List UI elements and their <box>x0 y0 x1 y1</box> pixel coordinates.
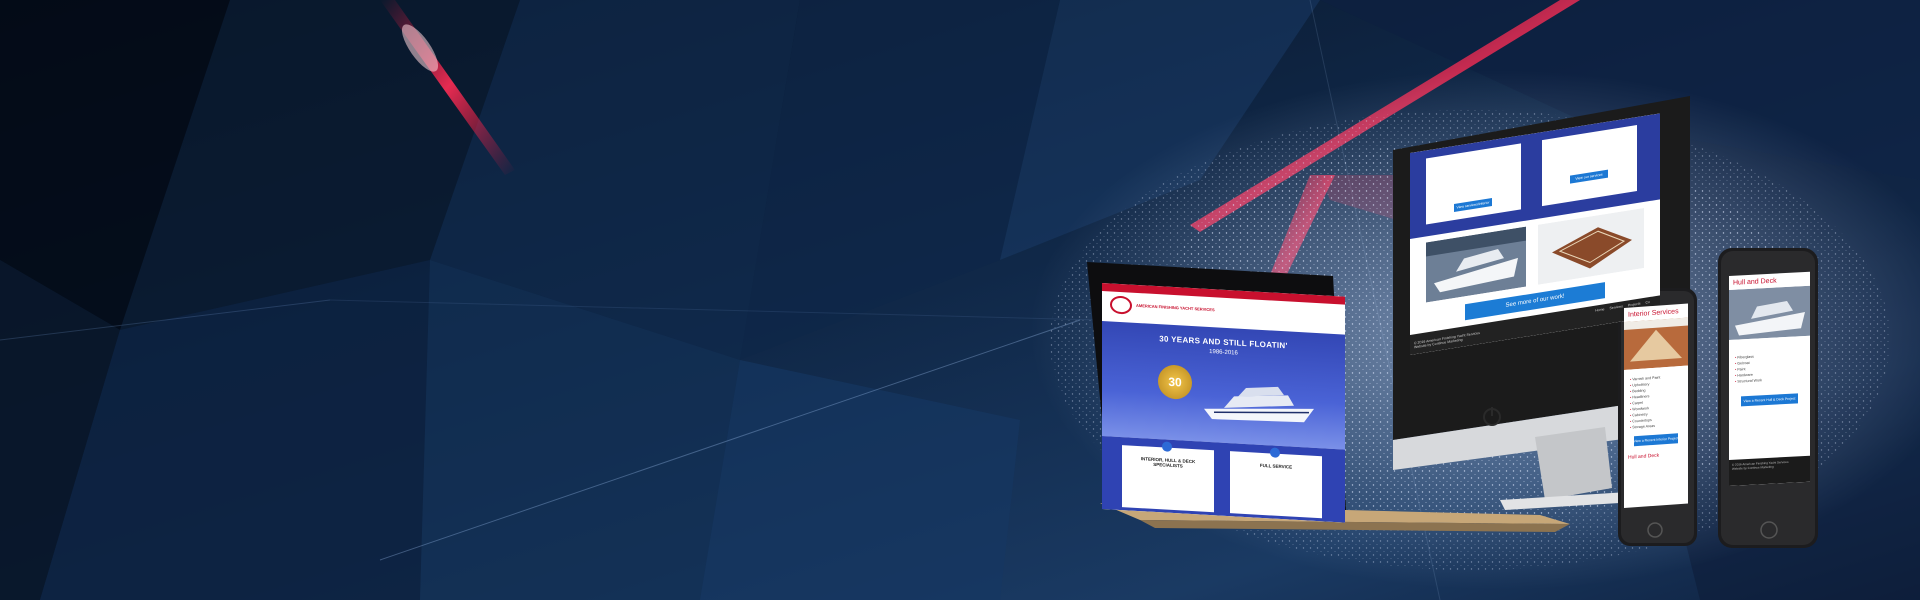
view-services-button[interactable]: View our services <box>1570 169 1608 184</box>
phone-large-screen: Hull and Deck Fiberglass Gelcoat Paint H… <box>1729 271 1810 486</box>
service-card-exterior: View our services <box>1542 125 1637 207</box>
service-card-title: FULL SERVICE <box>1259 462 1293 470</box>
service-card-interior: View services/interior <box>1426 143 1521 225</box>
anniversary-badge: 30 <box>1158 364 1192 401</box>
phone-small-screen: Interior Services Varnish and Paint Upho… <box>1624 303 1688 508</box>
yacht-image <box>1204 386 1314 423</box>
service-icon <box>1270 447 1280 458</box>
site-services-strip: INTERIOR, HULL & DECK SPECIALISTS FULL S… <box>1102 436 1345 523</box>
service-card-interior: INTERIOR, HULL & DECK SPECIALISTS <box>1122 441 1214 513</box>
view-interior-project-button[interactable]: View a Recent Interior Project <box>1633 433 1679 447</box>
site-footer: © 2016 American Finishing Yacht Services… <box>1729 455 1810 486</box>
site-hero: 30 YEARS AND STILL FLOATIN' 1986-2016 30 <box>1102 321 1345 450</box>
site-logo-icon <box>1110 295 1132 315</box>
service-list: Fiberglass Gelcoat Paint Hardware Struct… <box>1729 349 1810 387</box>
project-photo-deck <box>1538 207 1644 285</box>
service-card-title: INTERIOR, HULL & DECK SPECIALISTS <box>1140 456 1196 469</box>
view-interior-button[interactable]: View services/interior <box>1454 198 1492 213</box>
imac-screen: View services/interior View our services… <box>1410 113 1660 355</box>
hull-photo <box>1729 285 1810 340</box>
service-list: Varnish and Paint Upholstery Bedding Hea… <box>1624 371 1688 433</box>
view-hull-project-button[interactable]: View a Recent Hull & Deck Project <box>1741 393 1798 407</box>
laptop-screen: AMERICAN FINISHING YACHT SERVICES 30 YEA… <box>1102 283 1345 523</box>
footer-nav-contact[interactable]: Co <box>1646 300 1650 305</box>
service-icon <box>1162 441 1172 452</box>
next-section-heading: Hull and Deck <box>1628 452 1660 461</box>
interior-photo <box>1624 317 1688 370</box>
project-photo-yacht <box>1426 226 1526 303</box>
site-brand-line: AMERICAN FINISHING YACHT SERVICES <box>1136 302 1215 313</box>
hero-banner: AMERICAN FINISHING YACHT SERVICES 30 YEA… <box>0 0 1920 600</box>
service-card-full: FULL SERVICE <box>1230 447 1322 519</box>
